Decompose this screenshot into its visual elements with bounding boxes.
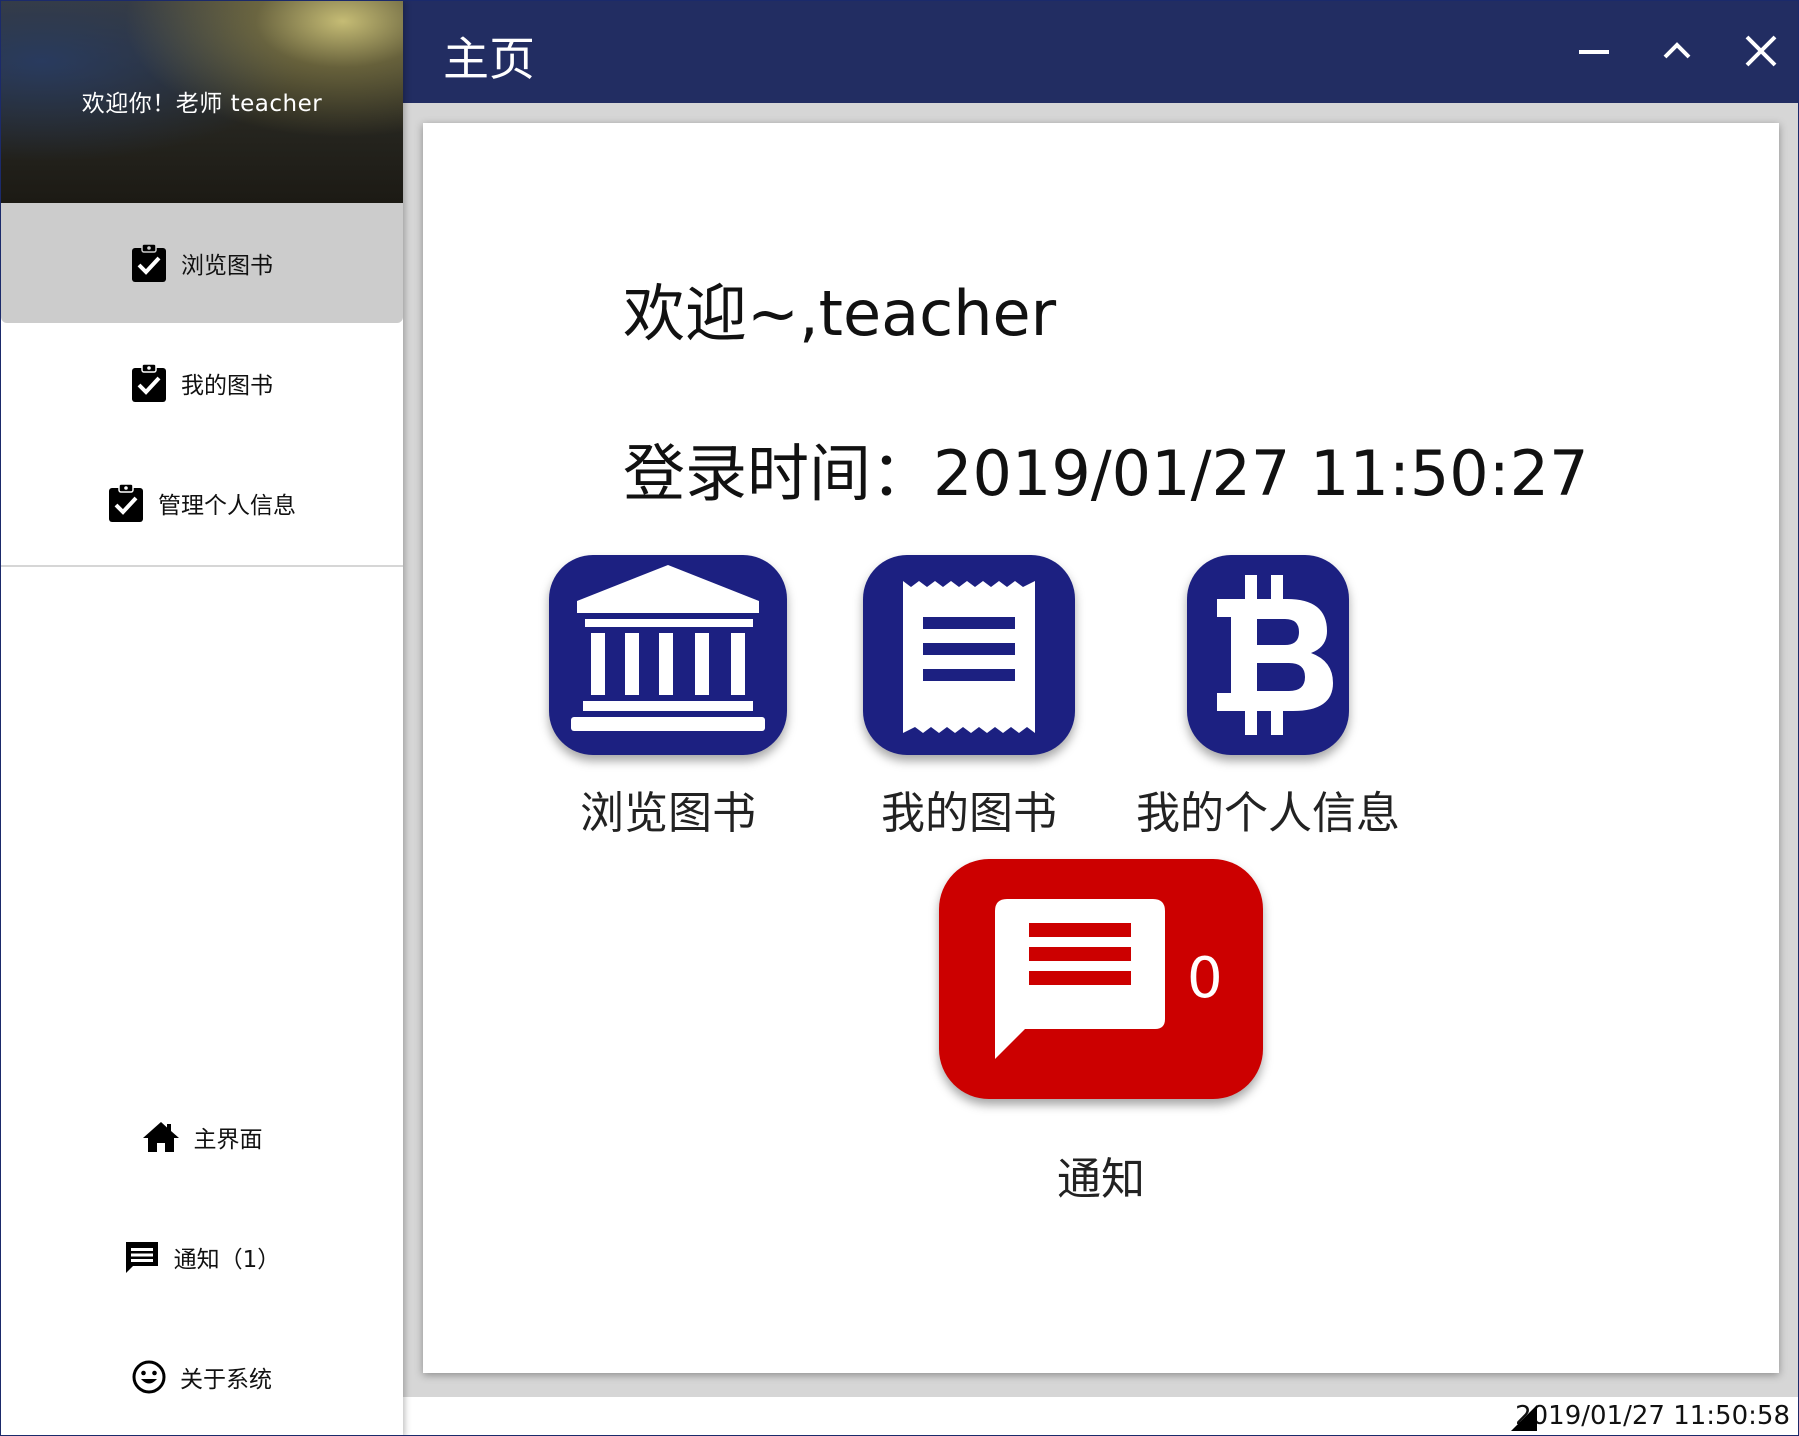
- my-books-label: 我的图书: [881, 788, 1057, 839]
- sidebar-item-label: 浏览图书: [181, 253, 273, 279]
- resize-grip-icon[interactable]: [1511, 1405, 1537, 1431]
- greeting-text: 欢迎你！老师 teacher: [81, 91, 323, 117]
- sidebar-item-label: 关于系统: [180, 1367, 272, 1393]
- chevron-up-icon[interactable]: [1657, 29, 1701, 73]
- close-icon[interactable]: [1739, 29, 1783, 73]
- sidebar-item-browse-books[interactable]: 浏览图书: [1, 203, 403, 323]
- status-bar: 2019/01/27 11:50:58: [403, 1397, 1798, 1435]
- sidebar-item-label: 管理个人信息: [158, 493, 296, 519]
- sidebar-bottom-nav: 主界面 通知（1） 关于系统: [1, 1077, 403, 1435]
- browse-books-tile[interactable]: [549, 555, 787, 755]
- login-time-text: 登录时间：2019/01/27 11:50:27: [623, 437, 1589, 510]
- sidebar-item-manage-profile[interactable]: 管理个人信息: [1, 443, 403, 563]
- notification-label: 通知: [1057, 1154, 1145, 1205]
- sidebar-divider: [1, 565, 403, 567]
- browse-books-label: 浏览图书: [580, 788, 756, 839]
- sidebar-item-home[interactable]: 主界面: [1, 1077, 403, 1197]
- home-icon: [142, 1122, 179, 1152]
- sidebar-item-notifications[interactable]: 通知（1）: [1, 1197, 403, 1317]
- smiley-icon: [132, 1360, 166, 1394]
- title-bar: 主页: [403, 1, 1798, 103]
- clipboard-check-icon: [109, 483, 143, 522]
- bitcoin-icon: [1217, 575, 1333, 735]
- notification-count: 0: [1187, 946, 1223, 1011]
- status-clock: 2019/01/27 11:50:58: [1515, 1401, 1790, 1431]
- page-title: 主页: [443, 32, 535, 86]
- clipboard-check-icon: [132, 363, 166, 402]
- sidebar-nav: 浏览图书 我的图书 管理个人信息: [1, 203, 403, 563]
- sidebar-item-label: 我的图书: [181, 373, 273, 399]
- minimize-icon[interactable]: [1573, 29, 1617, 73]
- message-icon: [125, 1242, 158, 1273]
- sidebar-item-label: 通知（1）: [173, 1247, 281, 1273]
- sidebar-header: 欢迎你！老师 teacher: [1, 1, 403, 203]
- sidebar-item-about[interactable]: 关于系统: [1, 1317, 403, 1435]
- sidebar-item-label: 主界面: [193, 1127, 263, 1153]
- receipt-icon: [903, 581, 1035, 733]
- sidebar-item-my-books[interactable]: 我的图书: [1, 323, 403, 443]
- my-profile-tile[interactable]: [1187, 555, 1349, 755]
- my-books-tile[interactable]: [863, 555, 1075, 755]
- bank-building-icon: [571, 565, 765, 731]
- clipboard-check-icon: [132, 243, 166, 282]
- my-profile-label: 我的个人信息: [1136, 788, 1400, 839]
- sidebar: 欢迎你！老师 teacher 浏览图书 我的图书 管理个人信息 主界面 通知（1…: [1, 1, 403, 1435]
- welcome-heading: 欢迎~,teacher: [623, 277, 1057, 350]
- app-window: 欢迎你！老师 teacher 浏览图书 我的图书 管理个人信息 主界面 通知（1…: [0, 0, 1799, 1436]
